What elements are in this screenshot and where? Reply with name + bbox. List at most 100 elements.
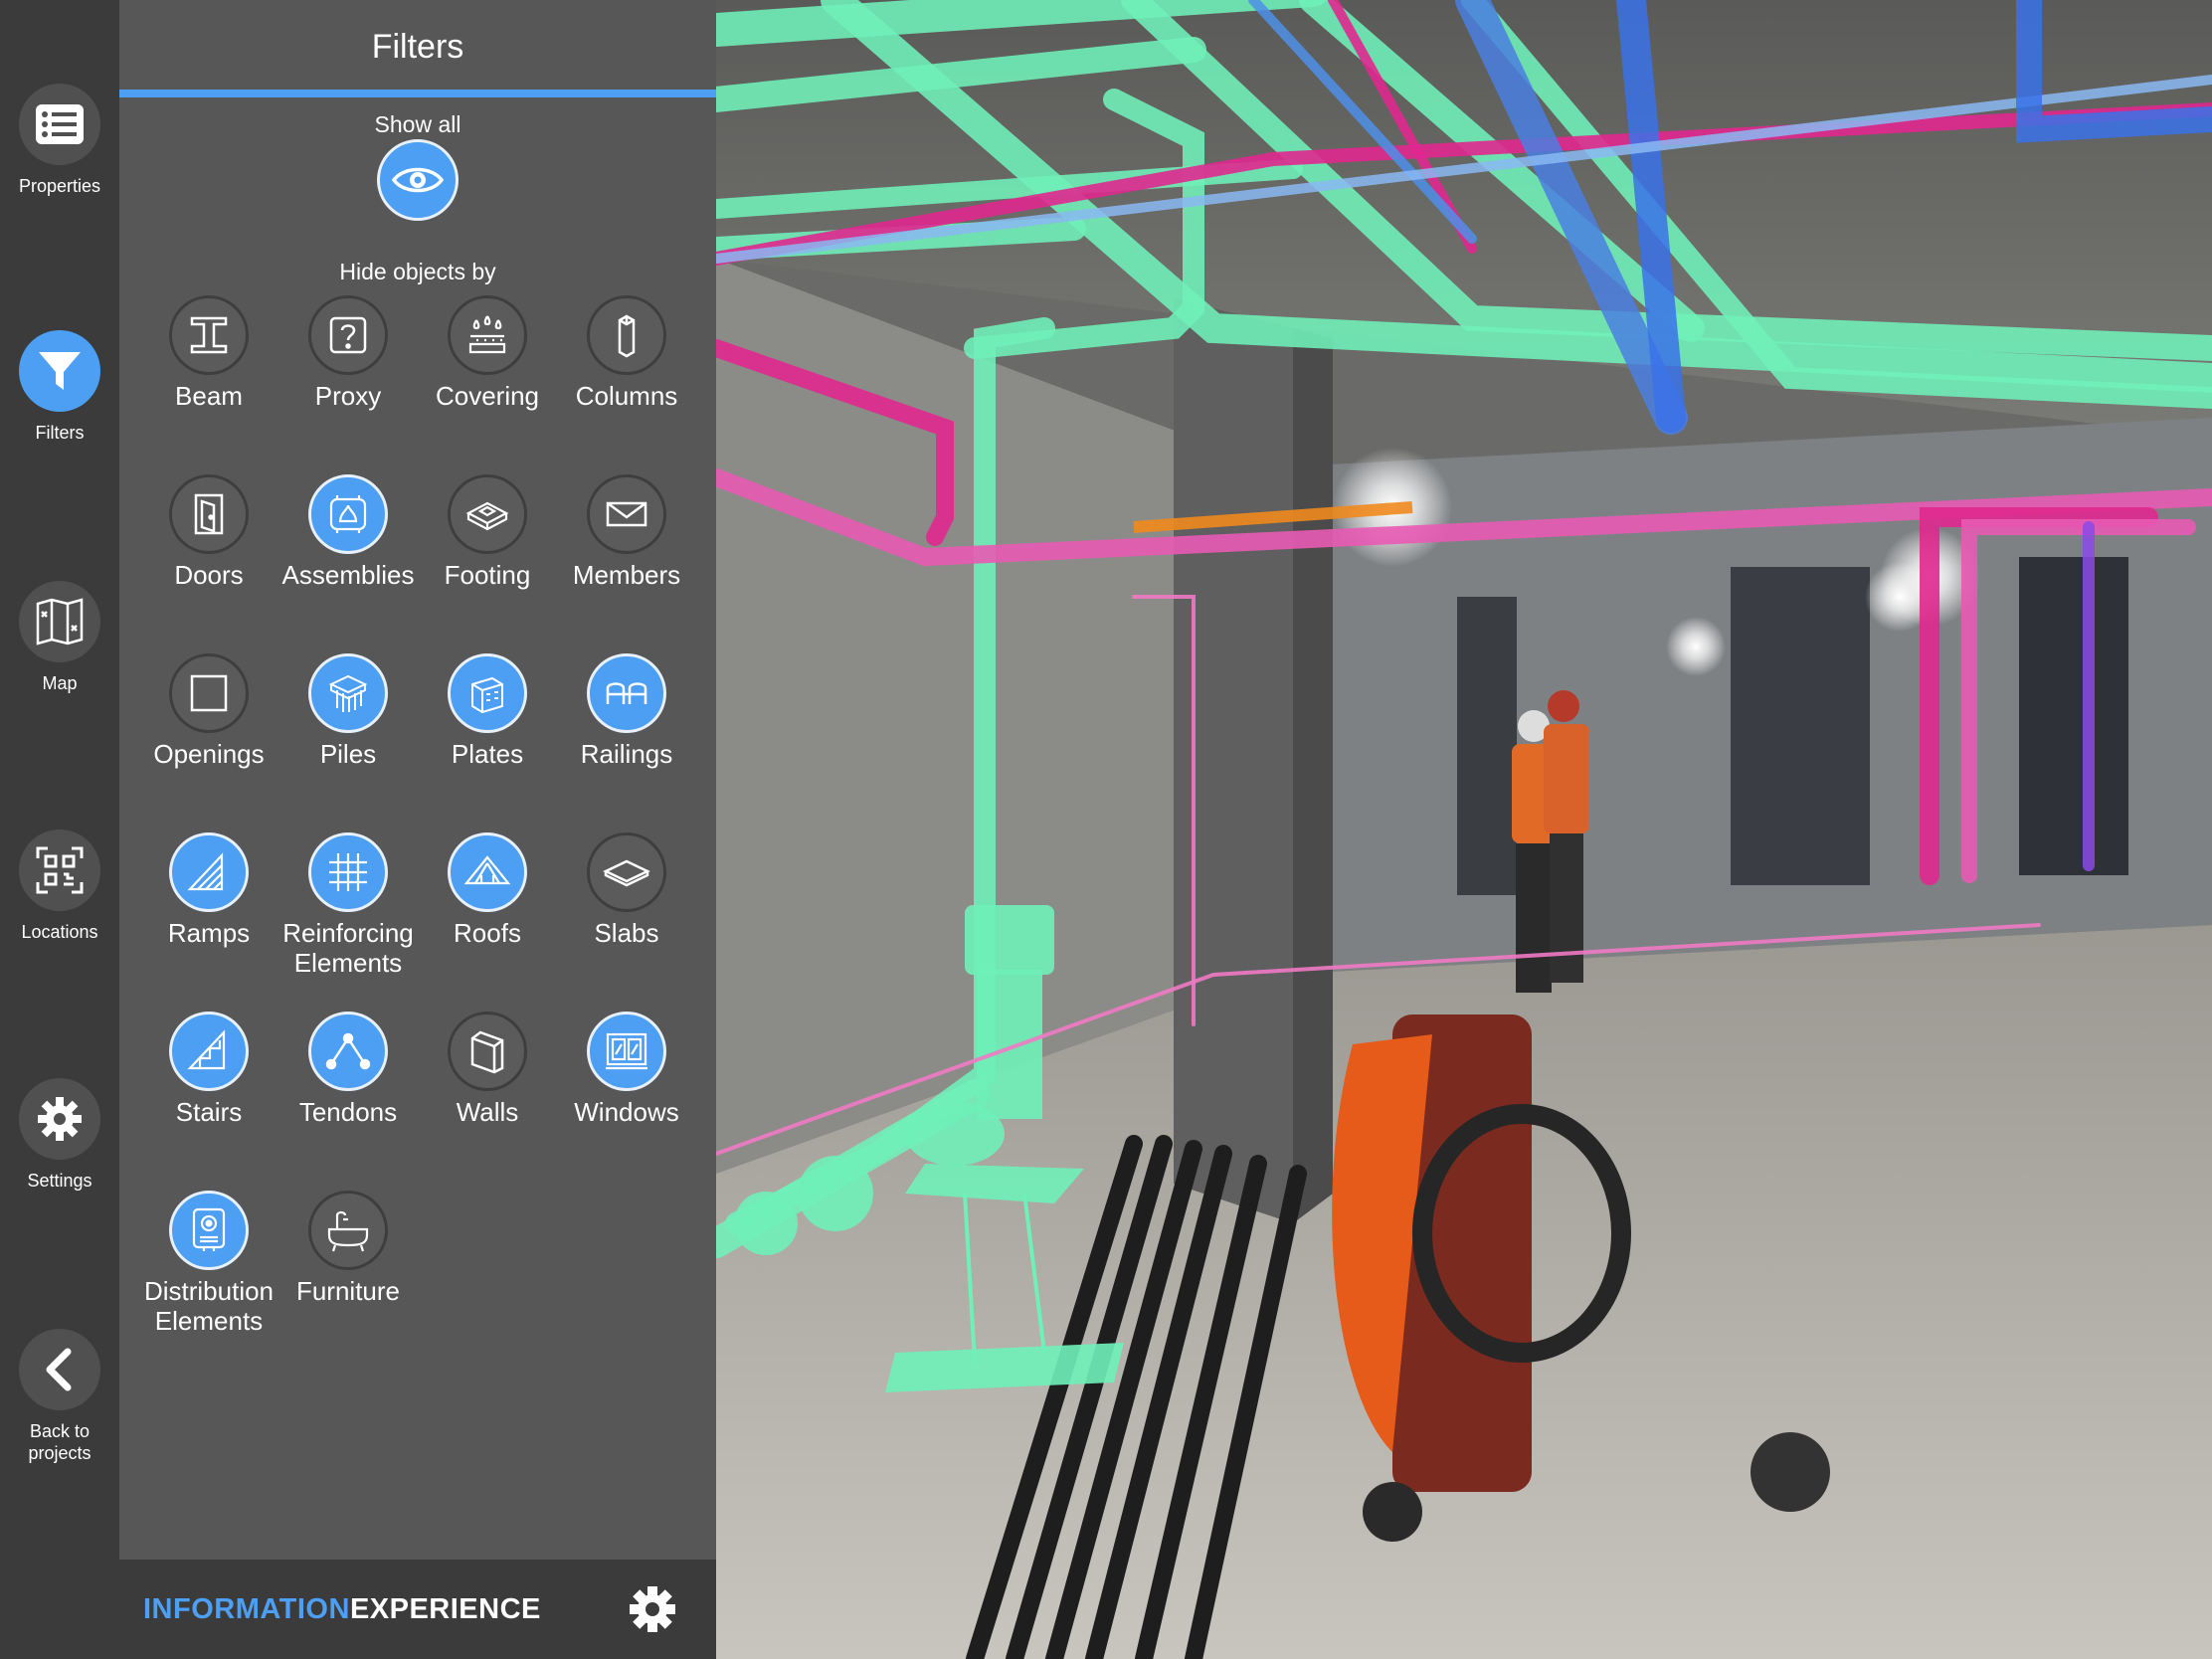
rail-label-filters: Filters xyxy=(35,423,85,443)
show-all-label: Show all xyxy=(374,111,461,137)
filter-label: Beam xyxy=(175,381,243,411)
filter-distribution-elements[interactable]: Distribution Elements xyxy=(139,1191,278,1336)
back-opening xyxy=(1731,567,1870,885)
plates-icon xyxy=(448,653,527,733)
back-label-line1: Back to xyxy=(29,1421,91,1441)
rail-item-map[interactable]: Map xyxy=(0,581,119,694)
back-to-projects-button[interactable]: Back to projects xyxy=(0,1329,119,1464)
beam-icon xyxy=(169,295,249,375)
navigation-rail: Properties Filters Map Locations Setting… xyxy=(0,0,119,1659)
filter-beam[interactable]: Beam xyxy=(139,295,278,411)
filter-piles[interactable]: Piles xyxy=(278,653,418,769)
furniture-icon xyxy=(308,1191,388,1270)
filter-label: Windows xyxy=(574,1097,679,1127)
filter-label: Covering xyxy=(435,381,540,411)
filter-columns[interactable]: Columns xyxy=(557,295,696,411)
filter-windows[interactable]: Windows xyxy=(557,1012,696,1127)
hide-objects-label: Hide objects by xyxy=(339,259,496,284)
filter-doors[interactable]: Doors xyxy=(139,474,278,590)
ar-scene xyxy=(716,0,2212,1659)
filter-tendons[interactable]: Tendons xyxy=(278,1012,418,1127)
rail-item-properties[interactable]: Properties xyxy=(0,84,119,197)
piles-icon xyxy=(308,653,388,733)
wall-icon xyxy=(448,1012,527,1091)
gear-icon xyxy=(630,1586,675,1632)
rail-label-locations: Locations xyxy=(21,922,98,942)
brand-logo: INFORMATIONEXPERIENCE xyxy=(143,1593,541,1626)
covering-icon xyxy=(448,295,527,375)
map-icon xyxy=(19,581,100,662)
show-all-button[interactable] xyxy=(377,139,459,221)
back-opening xyxy=(2019,557,2128,875)
filter-furniture[interactable]: Furniture xyxy=(278,1191,418,1306)
door-icon xyxy=(169,474,249,554)
filter-assemblies[interactable]: Assemblies xyxy=(278,474,418,590)
filter-label: Piles xyxy=(319,739,377,769)
roof-icon xyxy=(448,832,527,912)
worker-figure xyxy=(1512,690,1589,993)
window-icon xyxy=(587,1012,666,1091)
filters-panel: Filters Show all Hide objects by Beam Pr… xyxy=(119,0,716,1659)
filter-roofs[interactable]: Roofs xyxy=(418,832,557,948)
brand-part2: EXPERIENCE xyxy=(349,1593,541,1625)
filter-openings[interactable]: Openings xyxy=(139,653,278,769)
distribution-icon xyxy=(169,1191,249,1270)
filter-label: Reinforcing xyxy=(282,918,414,948)
filter-walls[interactable]: Walls xyxy=(418,1012,557,1127)
filter-label-line2: Elements xyxy=(293,948,403,978)
rail-label-settings: Settings xyxy=(27,1171,92,1191)
filter-label: Slabs xyxy=(594,918,659,948)
qr-code-icon xyxy=(19,830,100,911)
footing-icon xyxy=(448,474,527,554)
rail-item-filters[interactable]: Filters xyxy=(0,330,119,444)
rail-label-map: Map xyxy=(42,673,78,693)
filter-label: Members xyxy=(572,560,681,590)
panel-title: Filters xyxy=(371,28,464,66)
filter-label: Ramps xyxy=(167,918,251,948)
filter-ramps[interactable]: Ramps xyxy=(139,832,278,948)
grid-icon xyxy=(308,832,388,912)
filter-label: Railings xyxy=(580,739,673,769)
filter-label: Plates xyxy=(451,739,524,769)
proxy-icon xyxy=(308,295,388,375)
back-label-line2: projects xyxy=(28,1443,92,1463)
ar-camera-view[interactable] xyxy=(716,0,2212,1659)
rail-item-settings[interactable]: Settings xyxy=(0,1078,119,1192)
filter-label: Doors xyxy=(174,560,244,590)
column-icon xyxy=(587,295,666,375)
filter-railings[interactable]: Railings xyxy=(557,653,696,769)
footer-settings-button[interactable] xyxy=(629,1585,676,1638)
members-icon xyxy=(587,474,666,554)
filter-label: Roofs xyxy=(454,918,521,948)
filter-label: Assemblies xyxy=(281,560,415,590)
railing-icon xyxy=(587,653,666,733)
rail-item-locations[interactable]: Locations xyxy=(0,830,119,943)
filter-proxy[interactable]: Proxy xyxy=(278,295,418,411)
filter-label: Furniture xyxy=(295,1276,401,1306)
filter-label: Columns xyxy=(575,381,678,411)
filter-covering[interactable]: Covering xyxy=(418,295,557,411)
rail-label-properties: Properties xyxy=(18,176,101,196)
brand-part1: INFORMATION xyxy=(143,1593,350,1625)
filter-slabs[interactable]: Slabs xyxy=(557,832,696,948)
slab-icon xyxy=(587,832,666,912)
gear-icon xyxy=(19,1078,100,1160)
filter-label: Tendons xyxy=(298,1097,398,1127)
filter-label: Proxy xyxy=(314,381,382,411)
filter-label: Openings xyxy=(153,739,265,769)
assembly-icon xyxy=(308,474,388,554)
ramp-icon xyxy=(169,832,249,912)
filter-label: Stairs xyxy=(175,1097,243,1127)
tendon-icon xyxy=(308,1012,388,1091)
filter-plates[interactable]: Plates xyxy=(418,653,557,769)
filter-members[interactable]: Members xyxy=(557,474,696,590)
filter-reinforcing-elements[interactable]: Reinforcing Elements xyxy=(278,832,418,978)
filter-footing[interactable]: Footing xyxy=(418,474,557,590)
filter-label: Walls xyxy=(456,1097,519,1127)
pillar-side xyxy=(1293,328,1333,1223)
filter-stairs[interactable]: Stairs xyxy=(139,1012,278,1127)
title-underline xyxy=(119,90,716,97)
filter-label: Footing xyxy=(444,560,531,590)
panel-footer: INFORMATIONEXPERIENCE xyxy=(119,1560,716,1659)
stairs-icon xyxy=(169,1012,249,1091)
